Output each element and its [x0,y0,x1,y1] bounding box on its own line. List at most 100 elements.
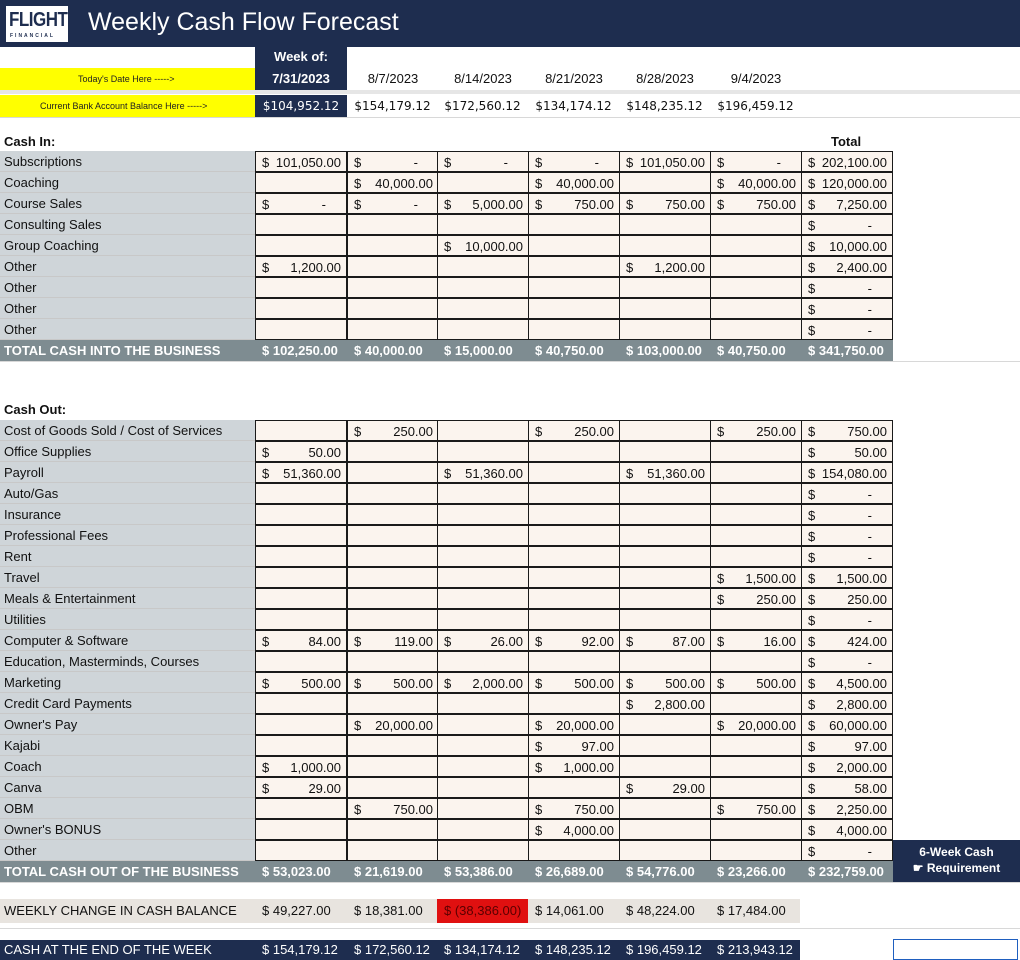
amount-cell[interactable]: $750.00 [347,798,439,819]
amount-cell[interactable] [255,798,347,819]
amount-cell[interactable] [437,777,529,798]
amount-cell[interactable] [710,525,802,546]
amount-cell[interactable]: $20,000.00 [347,714,439,735]
amount-cell[interactable] [619,609,711,630]
amount-cell[interactable] [437,525,529,546]
amount-cell[interactable] [347,256,439,277]
amount-cell[interactable]: $500.00 [347,672,439,693]
amount-cell[interactable] [437,319,529,340]
amount-cell[interactable]: $51,360.00 [619,462,711,483]
amount-cell[interactable]: $40,000.00 [347,172,439,193]
amount-cell[interactable] [255,277,347,298]
amount-cell[interactable]: $1,200.00 [255,256,347,277]
amount-cell[interactable] [437,714,529,735]
amount-cell[interactable]: $250.00 [528,420,620,441]
amount-cell[interactable] [619,567,711,588]
amount-cell[interactable] [528,609,620,630]
amount-cell[interactable] [528,840,620,861]
date-prompt[interactable]: Today's Date Here -----> [0,68,255,90]
amount-cell[interactable] [710,546,802,567]
amount-cell[interactable]: $1,500.00 [710,567,802,588]
amount-cell[interactable] [255,735,347,756]
amount-cell[interactable]: $51,360.00 [437,462,529,483]
amount-cell[interactable] [528,588,620,609]
amount-cell[interactable]: $16.00 [710,630,802,651]
amount-cell[interactable]: $5,000.00 [437,193,529,214]
amount-cell[interactable]: $51,360.00 [255,462,347,483]
amount-cell[interactable] [710,235,802,256]
amount-cell[interactable] [710,840,802,861]
amount-cell[interactable] [528,235,620,256]
amount-cell[interactable] [710,819,802,840]
amount-cell[interactable] [255,693,347,714]
amount-cell[interactable] [255,525,347,546]
amount-cell[interactable] [437,483,529,504]
amount-cell[interactable] [347,756,439,777]
amount-cell[interactable] [347,319,439,340]
amount-cell[interactable] [255,214,347,235]
amount-cell[interactable] [437,214,529,235]
amount-cell[interactable]: $750.00 [528,798,620,819]
amount-cell[interactable]: $92.00 [528,630,620,651]
amount-cell[interactable] [255,235,347,256]
amount-cell[interactable]: $500.00 [255,672,347,693]
amount-cell[interactable] [528,483,620,504]
amount-cell[interactable] [437,298,529,319]
amount-cell[interactable] [255,319,347,340]
amount-cell[interactable] [347,235,439,256]
amount-cell[interactable] [255,298,347,319]
amount-cell[interactable] [347,214,439,235]
amount-cell[interactable] [255,420,347,441]
amount-cell[interactable] [710,756,802,777]
amount-cell[interactable] [347,462,439,483]
amount-cell[interactable] [619,420,711,441]
amount-cell[interactable] [437,546,529,567]
amount-cell[interactable] [710,693,802,714]
amount-cell[interactable]: $ - [437,151,529,172]
amount-cell[interactable] [437,256,529,277]
amount-cell[interactable]: $50.00 [255,441,347,462]
amount-cell[interactable] [347,651,439,672]
amount-cell[interactable] [619,798,711,819]
amount-cell[interactable]: $84.00 [255,630,347,651]
amount-cell[interactable] [710,735,802,756]
amount-cell[interactable] [347,777,439,798]
amount-cell[interactable]: $750.00 [528,193,620,214]
amount-cell[interactable]: $1,000.00 [255,756,347,777]
amount-cell[interactable] [619,756,711,777]
amount-cell[interactable] [528,441,620,462]
amount-cell[interactable] [347,441,439,462]
amount-cell[interactable]: $2,000.00 [437,672,529,693]
amount-cell[interactable]: $ - [528,151,620,172]
amount-cell[interactable] [619,235,711,256]
amount-cell[interactable] [619,651,711,672]
amount-cell[interactable]: $250.00 [710,588,802,609]
amount-cell[interactable] [528,298,620,319]
amount-cell[interactable] [528,462,620,483]
amount-cell[interactable] [347,504,439,525]
amount-cell[interactable] [255,567,347,588]
amount-cell[interactable] [528,504,620,525]
amount-cell[interactable] [710,651,802,672]
amount-cell[interactable]: $29.00 [619,777,711,798]
amount-cell[interactable] [528,567,620,588]
amount-cell[interactable] [710,256,802,277]
amount-cell[interactable] [347,277,439,298]
amount-cell[interactable]: $101,050.00 [255,151,347,172]
amount-cell[interactable] [710,777,802,798]
amount-cell[interactable] [347,840,439,861]
amount-cell[interactable] [619,525,711,546]
amount-cell[interactable] [255,588,347,609]
amount-cell[interactable] [437,693,529,714]
amount-cell[interactable] [437,588,529,609]
amount-cell[interactable] [255,546,347,567]
amount-cell[interactable] [710,504,802,525]
amount-cell[interactable]: $4,000.00 [528,819,620,840]
amount-cell[interactable] [619,172,711,193]
amount-cell[interactable] [619,735,711,756]
amount-cell[interactable] [710,483,802,504]
amount-cell[interactable] [528,214,620,235]
amount-cell[interactable] [437,840,529,861]
amount-cell[interactable] [437,277,529,298]
amount-cell[interactable]: $87.00 [619,630,711,651]
